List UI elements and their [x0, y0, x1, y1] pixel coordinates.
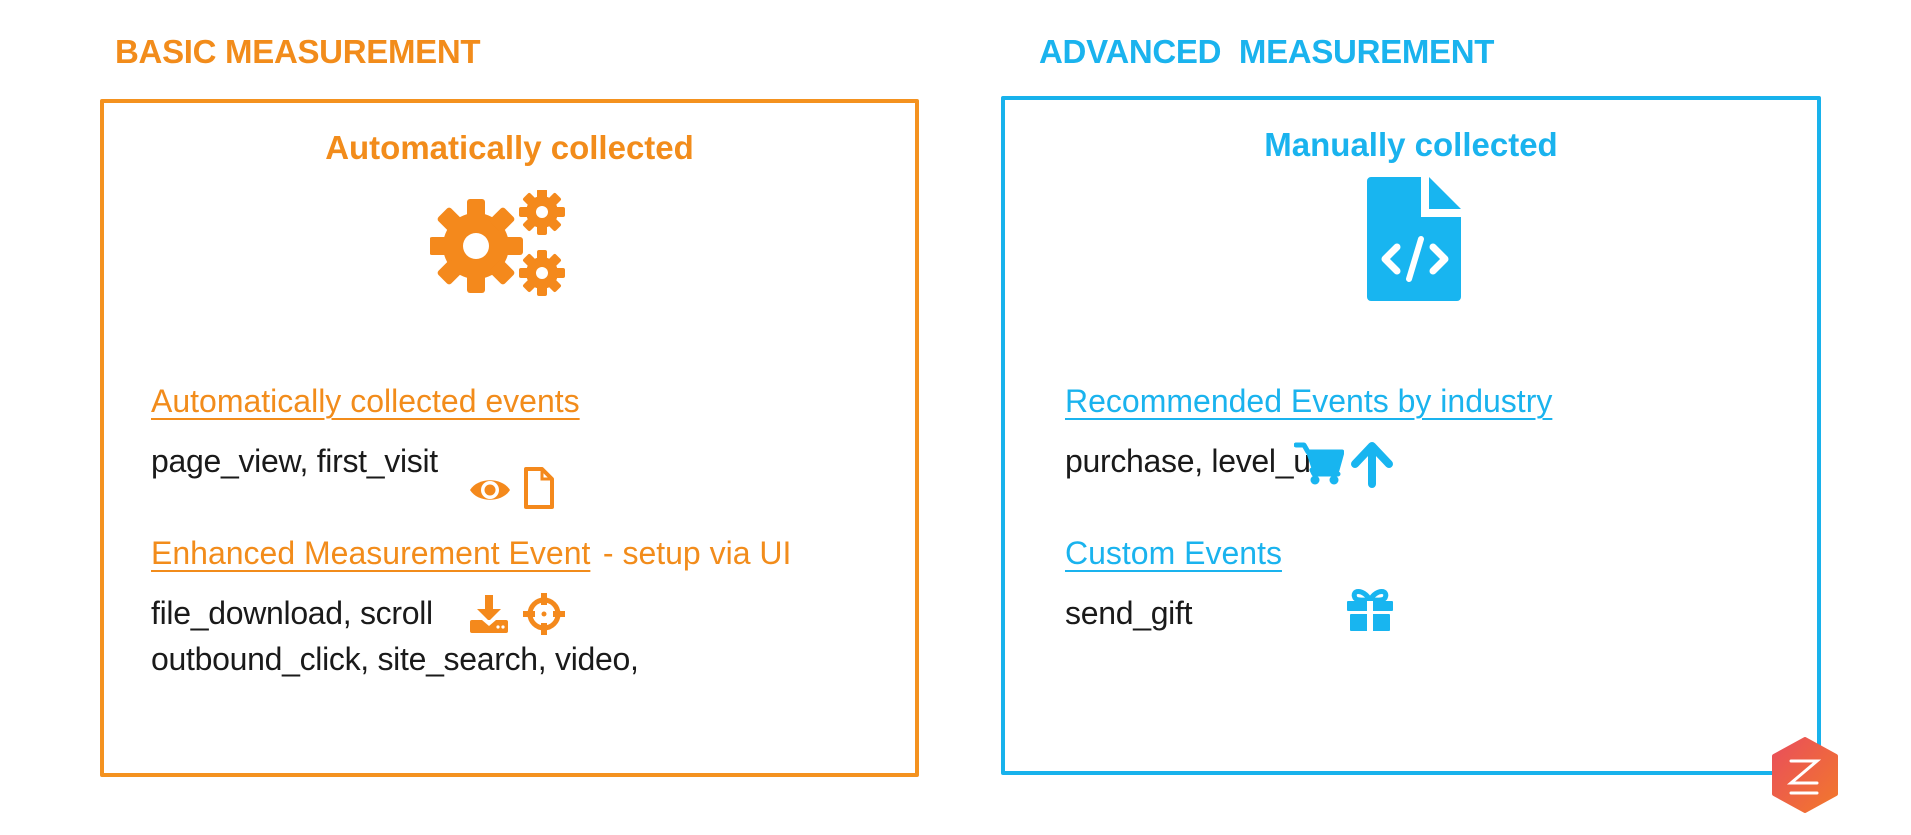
basic-measurement-box: Automatically collected Automatically co… [100, 99, 919, 777]
manually-collected-title: Manually collected [1264, 126, 1558, 163]
recommended-events-list: purchase, level_up [1065, 443, 1329, 479]
recommended-events-link[interactable]: Recommended Events by industry [1065, 383, 1552, 420]
gift-icon [1347, 589, 1393, 631]
file-icon [524, 467, 554, 509]
advanced-measurement-box: Manually collected Recommended Events by… [1001, 96, 1821, 775]
shopping-cart-icon [1294, 442, 1344, 485]
crosshair-icon [523, 593, 565, 635]
enhanced-events-line-1: file_download, scroll [151, 595, 433, 631]
setup-via-ui-text: - setup via UI [594, 535, 792, 571]
code-file-icon [1367, 177, 1461, 301]
eye-icon [470, 480, 510, 500]
advanced-measurement-heading: ADVANCED MEASUREMENT [1039, 33, 1495, 70]
automatically-collected-events-link[interactable]: Automatically collected events [151, 383, 580, 420]
automatically-collected-title: Automatically collected [325, 129, 694, 166]
auto-events-list: page_view, first_visit [151, 443, 438, 479]
basic-measurement-heading: BASIC MEASUREMENT [115, 33, 481, 70]
hexagon-logo-icon [1772, 737, 1838, 813]
gears-icon [430, 190, 565, 296]
enhanced-measurement-event-link[interactable]: Enhanced Measurement Event [151, 535, 590, 572]
arrow-up-icon [1351, 442, 1393, 488]
custom-events-list: send_gift [1065, 595, 1193, 631]
enhanced-events-line-2: outbound_click, site_search, video, [151, 641, 639, 677]
download-icon [470, 595, 508, 633]
custom-events-link[interactable]: Custom Events [1065, 535, 1282, 572]
